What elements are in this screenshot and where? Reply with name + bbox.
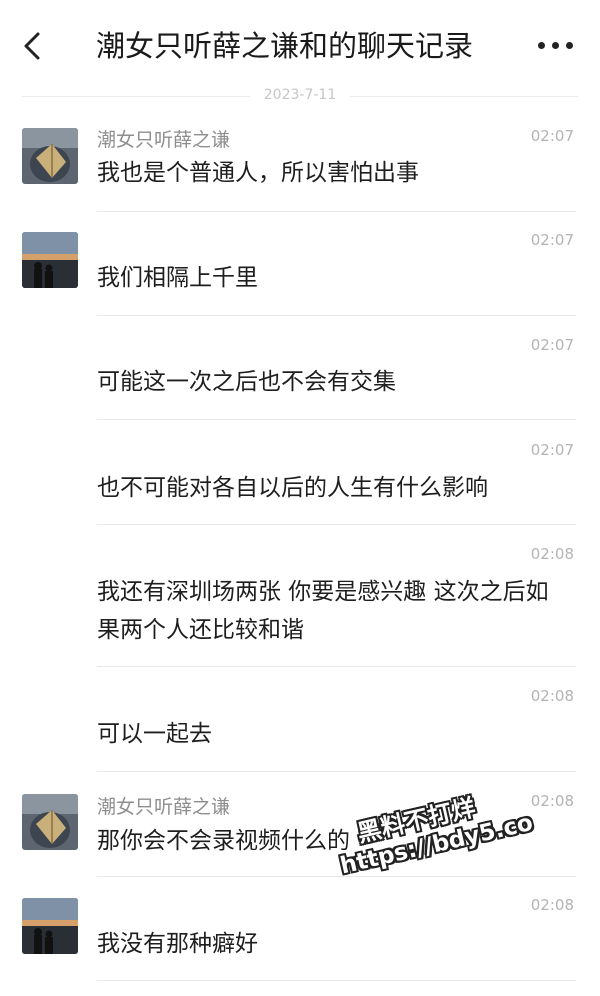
avatar[interactable]	[22, 794, 78, 850]
avatar-b	[22, 898, 78, 954]
message-text: 我没有那种癖好	[97, 931, 258, 957]
more-button[interactable]	[536, 42, 576, 52]
avatar[interactable]	[22, 128, 78, 184]
divider-line	[97, 419, 576, 420]
list-item[interactable]: 潮女只听薛之谦 02:08 那你会不会录视频什么的	[0, 772, 600, 877]
list-item[interactable]: 02:07 我们相隔上千里	[0, 214, 600, 318]
message-time: 02:08	[530, 896, 574, 914]
avatar-a	[22, 794, 78, 850]
avatar-b	[22, 232, 78, 288]
message-time: 02:08	[530, 545, 574, 563]
list-item[interactable]: 潮女只听薛之谦 02:07 我也是个普通人，所以害怕出事	[0, 118, 600, 214]
date-divider: 2023-7-11	[22, 84, 578, 108]
page-title: 潮女只听薛之谦和的聊天记录	[96, 29, 474, 63]
message-time: 02:07	[530, 231, 574, 249]
chevron-left-icon	[24, 32, 40, 60]
more-dots-icon	[538, 42, 545, 49]
message-text: 那你会不会录视频什么的	[97, 828, 350, 854]
date-label: 2023-7-11	[249, 87, 351, 103]
sender-name: 潮女只听薛之谦	[97, 129, 231, 151]
message-text: 我也是个普通人，所以害怕出事	[97, 160, 419, 186]
back-button[interactable]	[18, 24, 50, 68]
message-time: 02:07	[530, 127, 574, 145]
divider-line	[97, 666, 576, 667]
avatar-a	[22, 128, 78, 184]
list-item[interactable]: 02:08 我还有深圳场两张 你要是感兴趣 这次之后如果两个人还比较和谐	[0, 526, 600, 668]
message-time: 02:07	[530, 441, 574, 459]
list-item[interactable]: 02:08 我没有那种癖好	[0, 876, 600, 986]
divider-line	[97, 315, 576, 316]
message-text: 我们相隔上千里	[97, 265, 258, 291]
sender-name: 潮女只听薛之谦	[97, 796, 231, 818]
message-text: 我还有深圳场两张 你要是感兴趣 这次之后如果两个人还比较和谐	[97, 579, 549, 643]
message-text: 也不可能对各自以后的人生有什么影响	[97, 475, 488, 501]
message-time: 02:08	[530, 687, 574, 705]
divider-line	[97, 980, 576, 981]
chat-history-header: 潮女只听薛之谦和的聊天记录	[0, 0, 600, 92]
message-time: 02:08	[530, 792, 574, 810]
avatar[interactable]	[22, 898, 78, 954]
message-text: 可以一起去	[97, 721, 212, 747]
divider-line	[97, 211, 576, 212]
list-item[interactable]: 02:08 可以一起去	[0, 668, 600, 772]
list-item[interactable]: 02:07 也不可能对各自以后的人生有什么影响	[0, 422, 600, 526]
avatar[interactable]	[22, 232, 78, 288]
message-text: 可能这一次之后也不会有交集	[97, 369, 396, 395]
list-item[interactable]: 02:07 可能这一次之后也不会有交集	[0, 318, 600, 422]
divider-line	[97, 524, 576, 525]
message-time: 02:07	[530, 336, 574, 354]
